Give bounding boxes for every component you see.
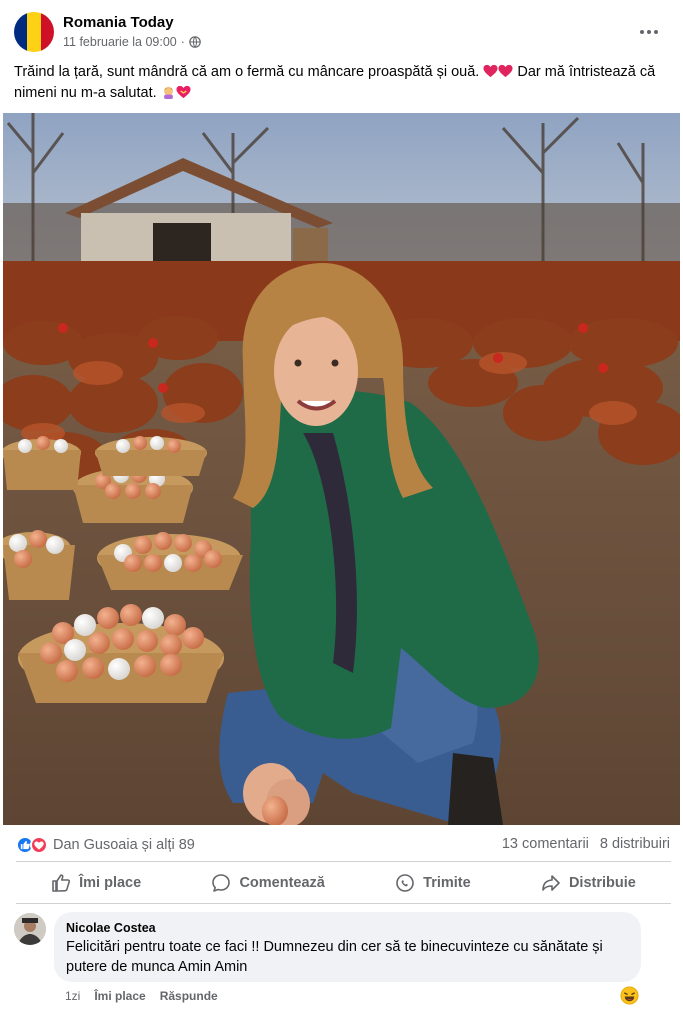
comment-age[interactable]: 1zi [65, 989, 80, 1003]
share-label: Distribuie [568, 875, 636, 891]
action-bar: Îmi place Comentează Trimite Distribuie [16, 865, 671, 901]
comment-count[interactable]: 13 comentarii [502, 836, 589, 852]
send-button[interactable]: Trimite [385, 869, 481, 897]
heart-with-ribbon-icon [176, 85, 191, 99]
post-timestamp[interactable]: 11 februarie la 09:00 [63, 35, 177, 49]
post-text-line2: nimeni nu m-a salutat. [14, 85, 157, 101]
comment-reply-button[interactable]: Răspunde [160, 989, 218, 1003]
share-button[interactable]: Distribuie [531, 869, 646, 897]
post-text-line1-end: Dar mă întristează că [517, 64, 656, 80]
post-text: Trăind la țară, sunt mândră că am o ferm… [14, 62, 674, 104]
comment-text-line2: putere de munca Amin Amin [66, 959, 248, 975]
comment-meta: 1zi Îmi place Răspunde [65, 989, 218, 1003]
globe-icon [189, 36, 201, 48]
page-avatar[interactable] [14, 12, 54, 52]
comment-button[interactable]: Comentează [201, 869, 334, 897]
comment-label: Comentează [239, 875, 325, 891]
comment-text: Felicitări pentru toate ce faci !! Dumne… [66, 937, 629, 977]
comment-text-line1: Felicitări pentru toate ce faci !! Dumne… [66, 939, 603, 955]
comment-bubble: Nicolae Costea Felicitări pentru toate c… [54, 912, 641, 982]
send-label: Trimite [423, 875, 471, 891]
share-arrow-icon [542, 875, 560, 891]
like-button[interactable]: Îmi place [41, 869, 151, 897]
laughing-emoji-icon[interactable] [620, 986, 639, 1005]
post-text-line1: Trăind la țară, sunt mândră că am o ferm… [14, 64, 480, 80]
like-label: Îmi place [79, 875, 142, 891]
facebook-post: Romania Today 11 februarie la 09:00 · Tr… [0, 0, 683, 1018]
red-heart-icon [498, 64, 513, 78]
share-count[interactable]: 8 distribuiri [600, 836, 670, 852]
woman-farmer-emoji-icon [163, 86, 173, 99]
farm-scene-image [3, 113, 680, 825]
post-photo[interactable] [3, 113, 680, 825]
post-header: Romania Today 11 februarie la 09:00 · [14, 12, 669, 54]
divider [16, 903, 671, 904]
post-counts: 13 comentarii 8 distribuiri [502, 836, 670, 852]
messenger-icon [396, 874, 414, 892]
post-meta: 11 februarie la 09:00 · [63, 35, 201, 49]
comment-like-button[interactable]: Îmi place [94, 989, 145, 1003]
comment-author[interactable]: Nicolae Costea [66, 920, 629, 936]
thumbs-up-icon [52, 874, 71, 892]
red-heart-icon [483, 64, 498, 78]
love-reaction-icon [30, 836, 48, 854]
commenter-avatar[interactable] [14, 913, 46, 945]
divider [16, 861, 671, 862]
reaction-names[interactable]: Dan Gusoaia și alți 89 [53, 837, 195, 853]
comment-bubble-icon [212, 874, 231, 892]
more-options-icon[interactable] [637, 22, 661, 42]
page-name[interactable]: Romania Today [63, 14, 174, 31]
reaction-summary[interactable]: Dan Gusoaia și alți 89 [16, 835, 195, 855]
